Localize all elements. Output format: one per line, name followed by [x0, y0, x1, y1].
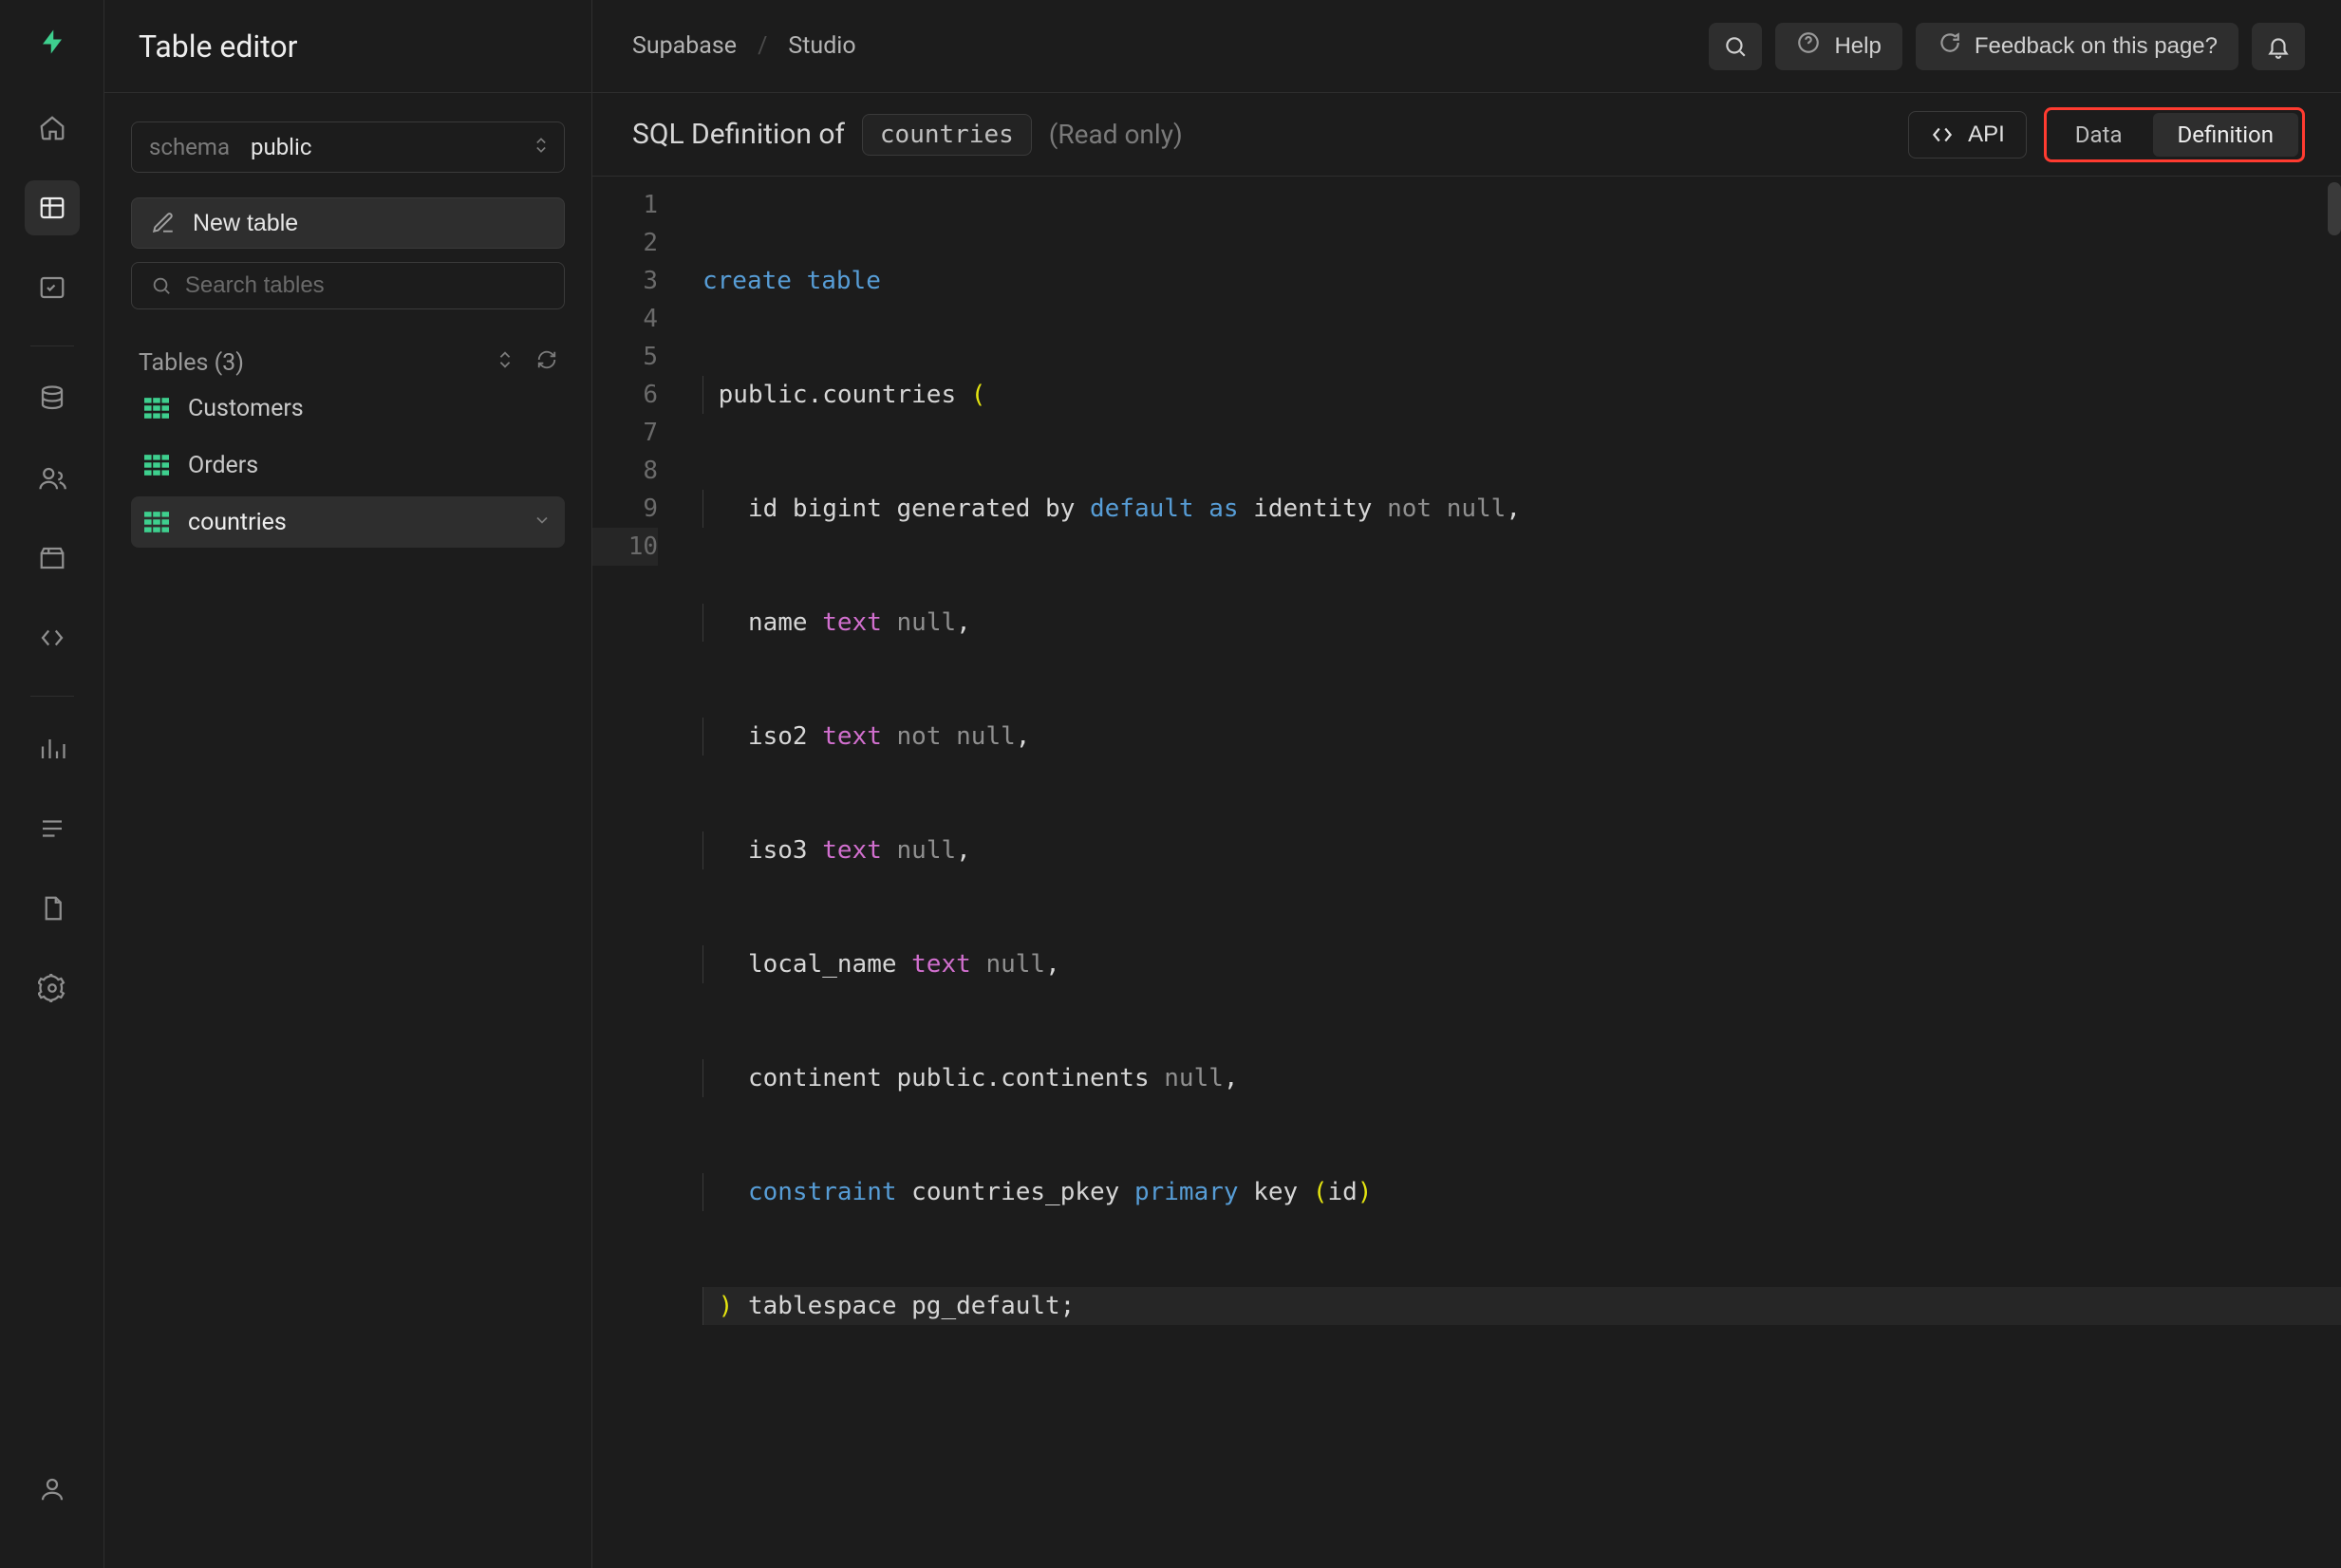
chat-icon	[1937, 30, 1961, 62]
definition-subheader: SQL Definition of countries (Read only) …	[592, 93, 2341, 177]
tab-definition-label: Definition	[2178, 121, 2275, 148]
code-line: iso2 text not null,	[702, 718, 2341, 756]
table-icon	[144, 512, 169, 532]
feedback-button[interactable]: Feedback on this page?	[1916, 23, 2238, 70]
breadcrumb-project[interactable]: Studio	[788, 32, 855, 60]
help-icon	[1796, 30, 1821, 62]
code-line: iso3 text null,	[702, 831, 2341, 869]
tab-data-label: Data	[2075, 121, 2123, 148]
schema-picker[interactable]: schema public	[131, 121, 565, 173]
chevrons-up-down-icon	[532, 134, 551, 160]
tables-section-header: Tables (3)	[131, 349, 565, 377]
collapse-all-button[interactable]	[495, 349, 515, 377]
main-content: Supabase / Studio Help F	[592, 0, 2341, 1568]
code-icon	[1930, 122, 1955, 147]
tab-definition[interactable]: Definition	[2153, 113, 2299, 157]
api-label: API	[1968, 121, 2005, 148]
line-number: 7	[592, 414, 658, 452]
line-number: 8	[592, 452, 658, 490]
nav-edge-functions[interactable]	[25, 610, 80, 665]
code-line: ) tablespace pg_default;	[702, 1287, 2341, 1325]
line-number: 4	[592, 300, 658, 338]
nav-separator	[30, 345, 74, 346]
scrollbar-thumb[interactable]	[2328, 182, 2341, 235]
nav-storage[interactable]	[25, 531, 80, 586]
edit-icon	[151, 211, 176, 235]
nav-settings[interactable]	[25, 961, 80, 1016]
table-name: Customers	[188, 395, 304, 422]
table-item-orders[interactable]: Orders	[131, 439, 565, 491]
supabase-logo	[31, 21, 73, 63]
line-number: 3	[592, 262, 658, 300]
table-list-panel: Table editor schema public New table Tab…	[104, 0, 592, 1568]
breadcrumb-org[interactable]: Supabase	[632, 32, 737, 60]
nav-home[interactable]	[25, 101, 80, 156]
code-line: public.countries (	[702, 376, 2341, 414]
code-line: create table	[702, 262, 2341, 300]
table-icon	[144, 455, 169, 476]
view-mode-toggle: Data Definition	[2044, 107, 2305, 162]
tables-count: Tables (3)	[139, 349, 244, 377]
nav-logs[interactable]	[25, 801, 80, 856]
table-item-customers[interactable]: Customers	[131, 383, 565, 434]
topbar: Supabase / Studio Help F	[592, 0, 2341, 93]
code-line: constraint countries_pkey primary key (i…	[702, 1173, 2341, 1211]
breadcrumb-sep: /	[758, 32, 767, 60]
search-tables[interactable]	[131, 262, 565, 309]
line-number: 6	[592, 376, 658, 414]
readonly-label: (Read only)	[1049, 119, 1183, 150]
nav-docs[interactable]	[25, 881, 80, 936]
line-number: 1	[592, 186, 658, 224]
table-name: Orders	[188, 452, 258, 479]
nav-auth[interactable]	[25, 451, 80, 506]
search-icon	[151, 274, 172, 297]
line-number: 9	[592, 490, 658, 528]
feedback-label: Feedback on this page?	[1975, 33, 2218, 60]
table-chip: countries	[862, 114, 1032, 156]
subheader-prefix: SQL Definition of	[632, 118, 845, 151]
schema-label: schema	[149, 134, 230, 160]
refresh-tables-button[interactable]	[536, 349, 557, 377]
api-button[interactable]: API	[1908, 111, 2027, 159]
code-area[interactable]: create table public.countries ( id bigin…	[676, 177, 2341, 1568]
page-title-text: Table editor	[139, 28, 297, 65]
code-line: continent public.continents null,	[702, 1059, 2341, 1097]
breadcrumb: Supabase / Studio	[632, 32, 856, 60]
notifications-button[interactable]	[2252, 23, 2305, 70]
nav-database[interactable]	[25, 371, 80, 426]
sql-editor: 1 2 3 4 5 6 7 8 9 10 create table public…	[592, 177, 2341, 1568]
table-icon	[144, 398, 169, 419]
nav-separator-2	[30, 696, 74, 697]
code-line: local_name text null,	[702, 945, 2341, 983]
line-number: 10	[592, 528, 658, 566]
chevron-down-icon	[533, 509, 552, 536]
help-label: Help	[1834, 33, 1881, 60]
search-tables-input[interactable]	[185, 272, 545, 299]
help-button[interactable]: Help	[1775, 23, 1901, 70]
new-table-button[interactable]: New table	[131, 197, 565, 249]
bell-icon	[2266, 34, 2291, 59]
schema-value: public	[251, 134, 311, 160]
search-icon	[1723, 34, 1748, 59]
line-number: 5	[592, 338, 658, 376]
page-title: Table editor	[104, 0, 591, 93]
code-line: id bigint generated by default as identi…	[702, 490, 2341, 528]
nav-account[interactable]	[25, 1462, 80, 1517]
tab-data[interactable]: Data	[2051, 113, 2147, 157]
line-number: 2	[592, 224, 658, 262]
line-number-gutter: 1 2 3 4 5 6 7 8 9 10	[592, 177, 676, 1568]
nav-table-editor[interactable]	[25, 180, 80, 235]
new-table-label: New table	[193, 210, 298, 237]
nav-rail	[0, 0, 104, 1568]
table-name: countries	[188, 509, 287, 536]
global-search-button[interactable]	[1709, 23, 1762, 70]
code-line: name text null,	[702, 604, 2341, 642]
nav-sql-editor[interactable]	[25, 260, 80, 315]
table-item-countries[interactable]: countries	[131, 496, 565, 548]
nav-reports[interactable]	[25, 721, 80, 776]
